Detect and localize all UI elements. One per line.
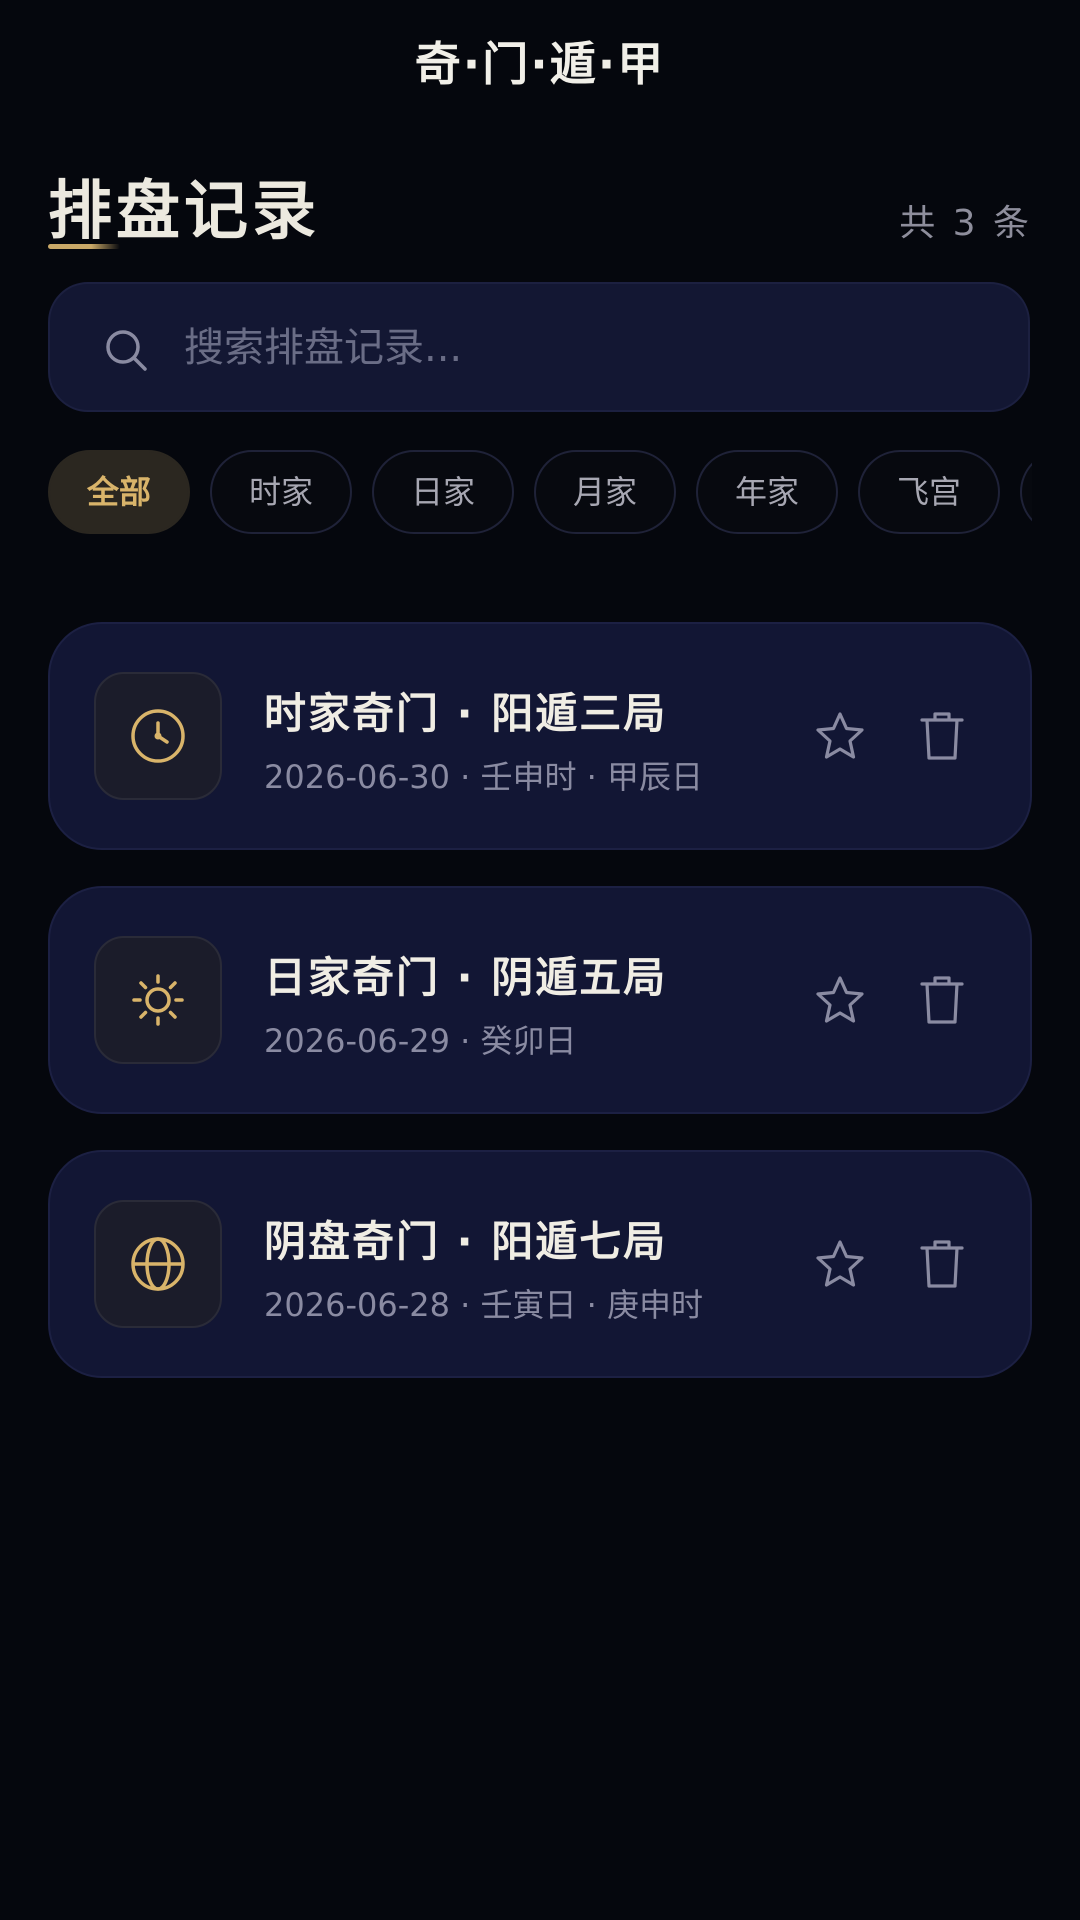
filter-chip-more[interactable] <box>1020 450 1032 534</box>
sun-icon <box>132 974 184 1026</box>
filter-chips: 全部 时家 日家 月家 年家 飞宫 <box>48 450 1032 538</box>
trash-icon[interactable] <box>916 1236 968 1292</box>
search-input[interactable] <box>182 284 986 412</box>
search-box[interactable] <box>48 282 1030 412</box>
globe-icon <box>131 1237 185 1291</box>
filter-chip-year[interactable]: 年家 <box>696 450 838 534</box>
record-title: 时家奇门 · 阳遁三局 <box>264 689 668 738</box>
record-icon-box <box>94 936 222 1064</box>
filter-chip-flying-palace[interactable]: 飞宫 <box>858 450 1000 534</box>
filter-chip-hour[interactable]: 时家 <box>210 450 352 534</box>
record-card[interactable]: 日家奇门 · 阴遁五局 2026-06-29 · 癸卯日 <box>48 886 1032 1114</box>
record-subtitle: 2026-06-29 · 癸卯日 <box>264 1022 577 1060</box>
record-card[interactable]: 时家奇门 · 阳遁三局 2026-06-30 · 壬申时 · 甲辰日 <box>48 622 1032 850</box>
title-underline <box>48 244 120 249</box>
clock-icon <box>131 709 185 763</box>
star-icon[interactable] <box>814 974 866 1026</box>
record-card[interactable]: 阴盘奇门 · 阳遁七局 2026-06-28 · 壬寅日 · 庚申时 <box>48 1150 1032 1378</box>
record-icon-box <box>94 672 222 800</box>
star-icon[interactable] <box>814 710 866 762</box>
trash-icon[interactable] <box>916 708 968 764</box>
filter-chip-month[interactable]: 月家 <box>534 450 676 534</box>
filter-chip-day[interactable]: 日家 <box>372 450 514 534</box>
record-subtitle: 2026-06-30 · 壬申时 · 甲辰日 <box>264 758 704 796</box>
page-title: 排盘记录 <box>48 175 320 249</box>
record-count: 共 3 条 <box>899 203 1032 244</box>
filter-chip-all[interactable]: 全部 <box>48 450 190 534</box>
app-title: 奇·门·遁·甲 <box>414 37 666 91</box>
search-icon <box>106 330 147 371</box>
record-subtitle: 2026-06-28 · 壬寅日 · 庚申时 <box>264 1286 704 1324</box>
star-icon[interactable] <box>814 1238 866 1290</box>
screen: 奇·门·遁·甲 排盘记录 共 3 条 全部 时家 日家 月家 年家 飞宫 <box>0 0 1080 1920</box>
record-icon-box <box>94 1200 222 1328</box>
record-title: 阴盘奇门 · 阳遁七局 <box>264 1217 668 1266</box>
record-title: 日家奇门 · 阴遁五局 <box>264 953 668 1002</box>
page-header: 排盘记录 共 3 条 <box>48 160 1032 250</box>
trash-icon[interactable] <box>916 972 968 1028</box>
